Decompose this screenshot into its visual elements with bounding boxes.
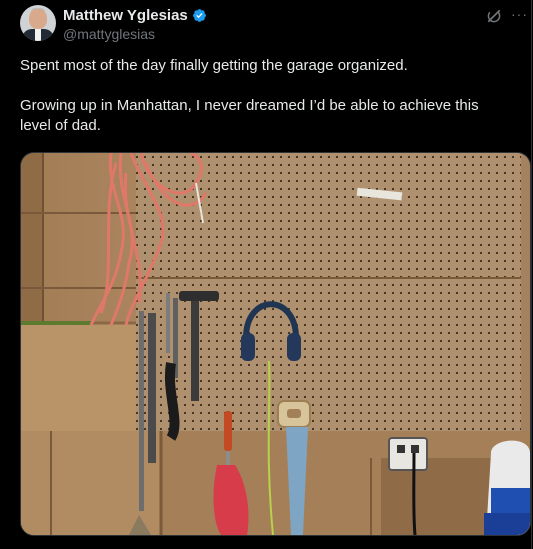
avatar[interactable] [20, 5, 56, 41]
garage-pegboard-photo [21, 153, 530, 535]
author-name[interactable]: Matthew Yglesias [63, 7, 188, 24]
tweet-paragraph: Spent most of the day finally getting th… [20, 57, 408, 74]
avatar-shirt [35, 29, 41, 41]
tweet-paragraph: Growing up in Manhattan, I never dreamed… [20, 97, 479, 134]
author-handle[interactable]: @mattyglesias [63, 26, 155, 42]
tweet-text: Spent most of the day finally getting th… [20, 56, 510, 136]
tweet-post[interactable]: Matthew Yglesias @mattyglesias ··· Spent… [0, 0, 532, 549]
author-name-row: Matthew Yglesias [63, 7, 207, 24]
grok-icon[interactable] [485, 7, 503, 25]
tweet-media-photo[interactable] [20, 152, 531, 536]
more-options-icon[interactable]: ··· [511, 6, 528, 22]
verified-badge-icon [192, 9, 206, 22]
avatar-face [29, 9, 47, 29]
